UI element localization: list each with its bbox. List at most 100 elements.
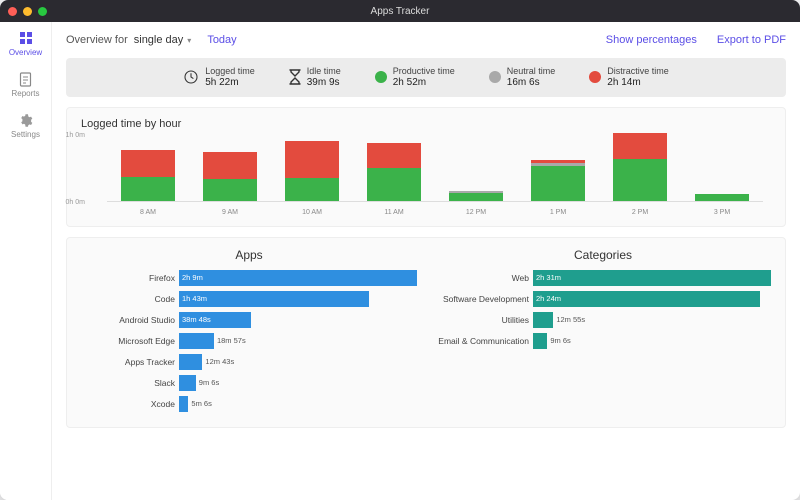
hbar-fill	[179, 333, 214, 349]
export-pdf-link[interactable]: Export to PDF	[717, 34, 786, 46]
hour-bar[interactable]	[681, 194, 763, 201]
hbar-value: 9m 6s	[196, 375, 219, 391]
summary-productive: Productive time2h 52m	[375, 66, 455, 89]
summary-distractive: Distractive time2h 14m	[589, 66, 669, 89]
dot-icon	[375, 71, 387, 83]
hbar-fill	[533, 270, 771, 286]
hbar-fill	[179, 291, 369, 307]
bar-segment	[285, 178, 339, 201]
y-tick: 0h 0m	[66, 199, 85, 206]
bar-segment	[531, 166, 585, 201]
hbar-value: 2h 31m	[533, 270, 561, 286]
summary-value: 16m 6s	[507, 77, 556, 89]
hbar-value: 5m 6s	[188, 396, 211, 412]
hourglass-icon	[289, 69, 301, 85]
hbar-row[interactable]: Software Development2h 24m	[435, 291, 771, 307]
show-percentages-link[interactable]: Show percentages	[606, 34, 697, 46]
hbar-row[interactable]: Apps Tracker 12m 43s	[81, 354, 417, 370]
hbar-label: Slack	[81, 378, 179, 388]
hour-bar[interactable]	[271, 141, 353, 200]
summary-label: Neutral time	[507, 66, 556, 77]
hourly-chart-title: Logged time by hour	[81, 118, 771, 130]
hbar-row[interactable]: Email & Communication 9m 6s	[435, 333, 771, 349]
hbar-value: 12m 43s	[202, 354, 234, 370]
grid-icon	[18, 30, 34, 46]
x-tick: 11 AM	[353, 209, 435, 216]
window-title: Apps Tracker	[0, 6, 800, 17]
summary-bar: Logged time5h 22m Idle time39m 9s Produc…	[66, 58, 786, 97]
hbar-label: Microsoft Edge	[81, 336, 179, 346]
hbar-row[interactable]: Code1h 43m	[81, 291, 417, 307]
app-window: Apps Tracker Overview Reports Settings	[0, 0, 800, 500]
hourly-panel: Logged time by hour 1h 0m 0h 0m 8 AM9 AM…	[66, 107, 786, 227]
chevron-down-icon: ▾	[187, 36, 191, 45]
hbar-label: Utilities	[435, 315, 533, 325]
summary-label: Logged time	[205, 66, 255, 77]
document-icon	[17, 71, 33, 87]
hour-bar[interactable]	[435, 191, 517, 201]
titlebar: Apps Tracker	[0, 0, 800, 22]
bars-panel: Apps Firefox2h 9m Code1h 43m Android Studi…	[66, 237, 786, 428]
sidebar-item-overview[interactable]: Overview	[9, 30, 42, 57]
summary-value: 5h 22m	[205, 77, 255, 89]
bar-segment	[613, 133, 667, 159]
hbar-label: Email & Communication	[435, 336, 533, 346]
hbar-row[interactable]: Slack 9m 6s	[81, 375, 417, 391]
hbar-row[interactable]: Android Studio38m 48s	[81, 312, 417, 328]
hbar-value: 9m 6s	[547, 333, 570, 349]
categories-title: Categories	[435, 248, 771, 262]
hbar-label: Android Studio	[81, 315, 179, 325]
topbar: Overview for single day ▾ Today Show per…	[66, 22, 786, 58]
bar-segment	[367, 143, 421, 168]
main-content: Overview for single day ▾ Today Show per…	[52, 22, 800, 500]
bar-segment	[449, 193, 503, 201]
hbar-label: Web	[435, 273, 533, 283]
hour-bar[interactable]	[189, 152, 271, 200]
hbar-fill	[179, 270, 417, 286]
hbar-fill	[179, 354, 202, 370]
x-tick: 3 PM	[681, 209, 763, 216]
summary-neutral: Neutral time16m 6s	[489, 66, 556, 89]
dot-icon	[489, 71, 501, 83]
hbar-value: 1h 43m	[179, 291, 207, 307]
y-tick: 1h 0m	[66, 132, 85, 139]
hbar-row[interactable]: Xcode5m 6s	[81, 396, 417, 412]
bar-segment	[695, 194, 749, 201]
bar-segment	[121, 150, 175, 176]
apps-column: Apps Firefox2h 9m Code1h 43m Android Studi…	[81, 248, 417, 417]
hbar-row[interactable]: Firefox2h 9m	[81, 270, 417, 286]
x-tick: 12 PM	[435, 209, 517, 216]
sidebar-item-reports[interactable]: Reports	[11, 71, 39, 98]
range-selector[interactable]: single day ▾	[134, 34, 192, 46]
sidebar-item-settings[interactable]: Settings	[11, 112, 40, 139]
hbar-label: Firefox	[81, 273, 179, 283]
bar-segment	[613, 159, 667, 201]
x-tick: 8 AM	[107, 209, 189, 216]
sidebar-item-label: Settings	[11, 130, 40, 139]
summary-label: Distractive time	[607, 66, 669, 77]
hour-bar[interactable]	[353, 143, 435, 201]
hbar-label: Apps Tracker	[81, 357, 179, 367]
apps-title: Apps	[81, 248, 417, 262]
hbar-value: 38m 48s	[179, 312, 211, 328]
sidebar-item-label: Overview	[9, 48, 42, 57]
bar-segment	[121, 177, 175, 201]
summary-value: 2h 52m	[393, 77, 455, 89]
gear-icon	[18, 112, 34, 128]
range-value: single day	[134, 34, 184, 46]
bar-segment	[203, 179, 257, 201]
hour-bar[interactable]	[107, 150, 189, 201]
hbar-label: Software Development	[435, 294, 533, 304]
hbar-row[interactable]: Web2h 31m	[435, 270, 771, 286]
hour-bar[interactable]	[599, 133, 681, 201]
hourly-chart: 1h 0m 0h 0m 8 AM9 AM10 AM11 AM12 PM1 PM2…	[89, 136, 763, 216]
bar-segment	[203, 152, 257, 178]
summary-value: 2h 14m	[607, 77, 669, 89]
hour-bar[interactable]	[517, 160, 599, 201]
bar-segment	[285, 141, 339, 177]
hbar-fill	[533, 291, 760, 307]
hbar-row[interactable]: Microsoft Edge18m 57s	[81, 333, 417, 349]
today-link[interactable]: Today	[207, 34, 236, 46]
hbar-row[interactable]: Utilities12m 55s	[435, 312, 771, 328]
overview-for-label: Overview for	[66, 34, 128, 46]
